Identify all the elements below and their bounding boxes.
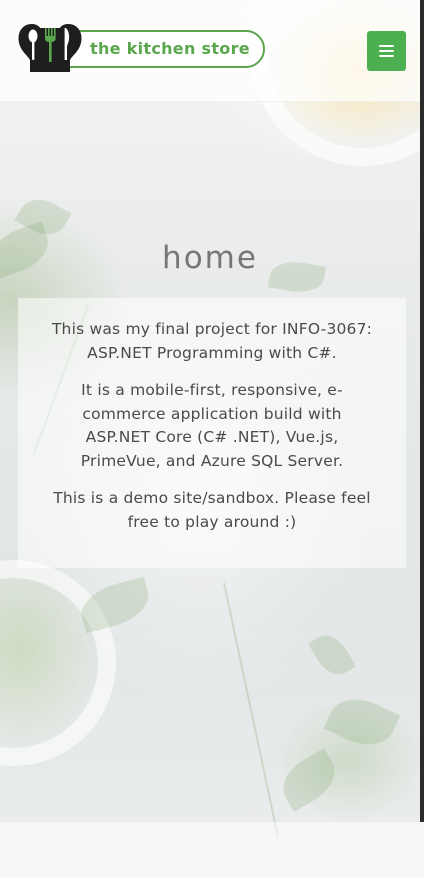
hamburger-menu-icon	[379, 55, 394, 57]
intro-card: This was my final project for INFO-3067:…	[18, 298, 406, 568]
hamburger-menu-icon	[379, 50, 394, 52]
intro-paragraph: This is a demo site/sandbox. Please feel…	[53, 489, 371, 531]
spoon-fork-knife-icon	[18, 24, 82, 72]
hamburger-menu-icon	[379, 45, 394, 47]
page-title: home	[162, 240, 258, 276]
scrollbar-strip	[420, 0, 424, 822]
site-header: the kitchen store	[0, 0, 420, 102]
brand-logo-link[interactable]: the kitchen store	[16, 22, 268, 74]
brand-name: the kitchen store	[90, 39, 250, 58]
page: the kitchen store home This was my final…	[0, 0, 424, 878]
footer-band	[0, 822, 424, 878]
hamburger-menu-button[interactable]	[367, 31, 406, 71]
intro-paragraph: It is a mobile-first, responsive, e-comm…	[80, 381, 344, 470]
intro-paragraph: This was my final project for INFO-3067:…	[51, 320, 373, 362]
